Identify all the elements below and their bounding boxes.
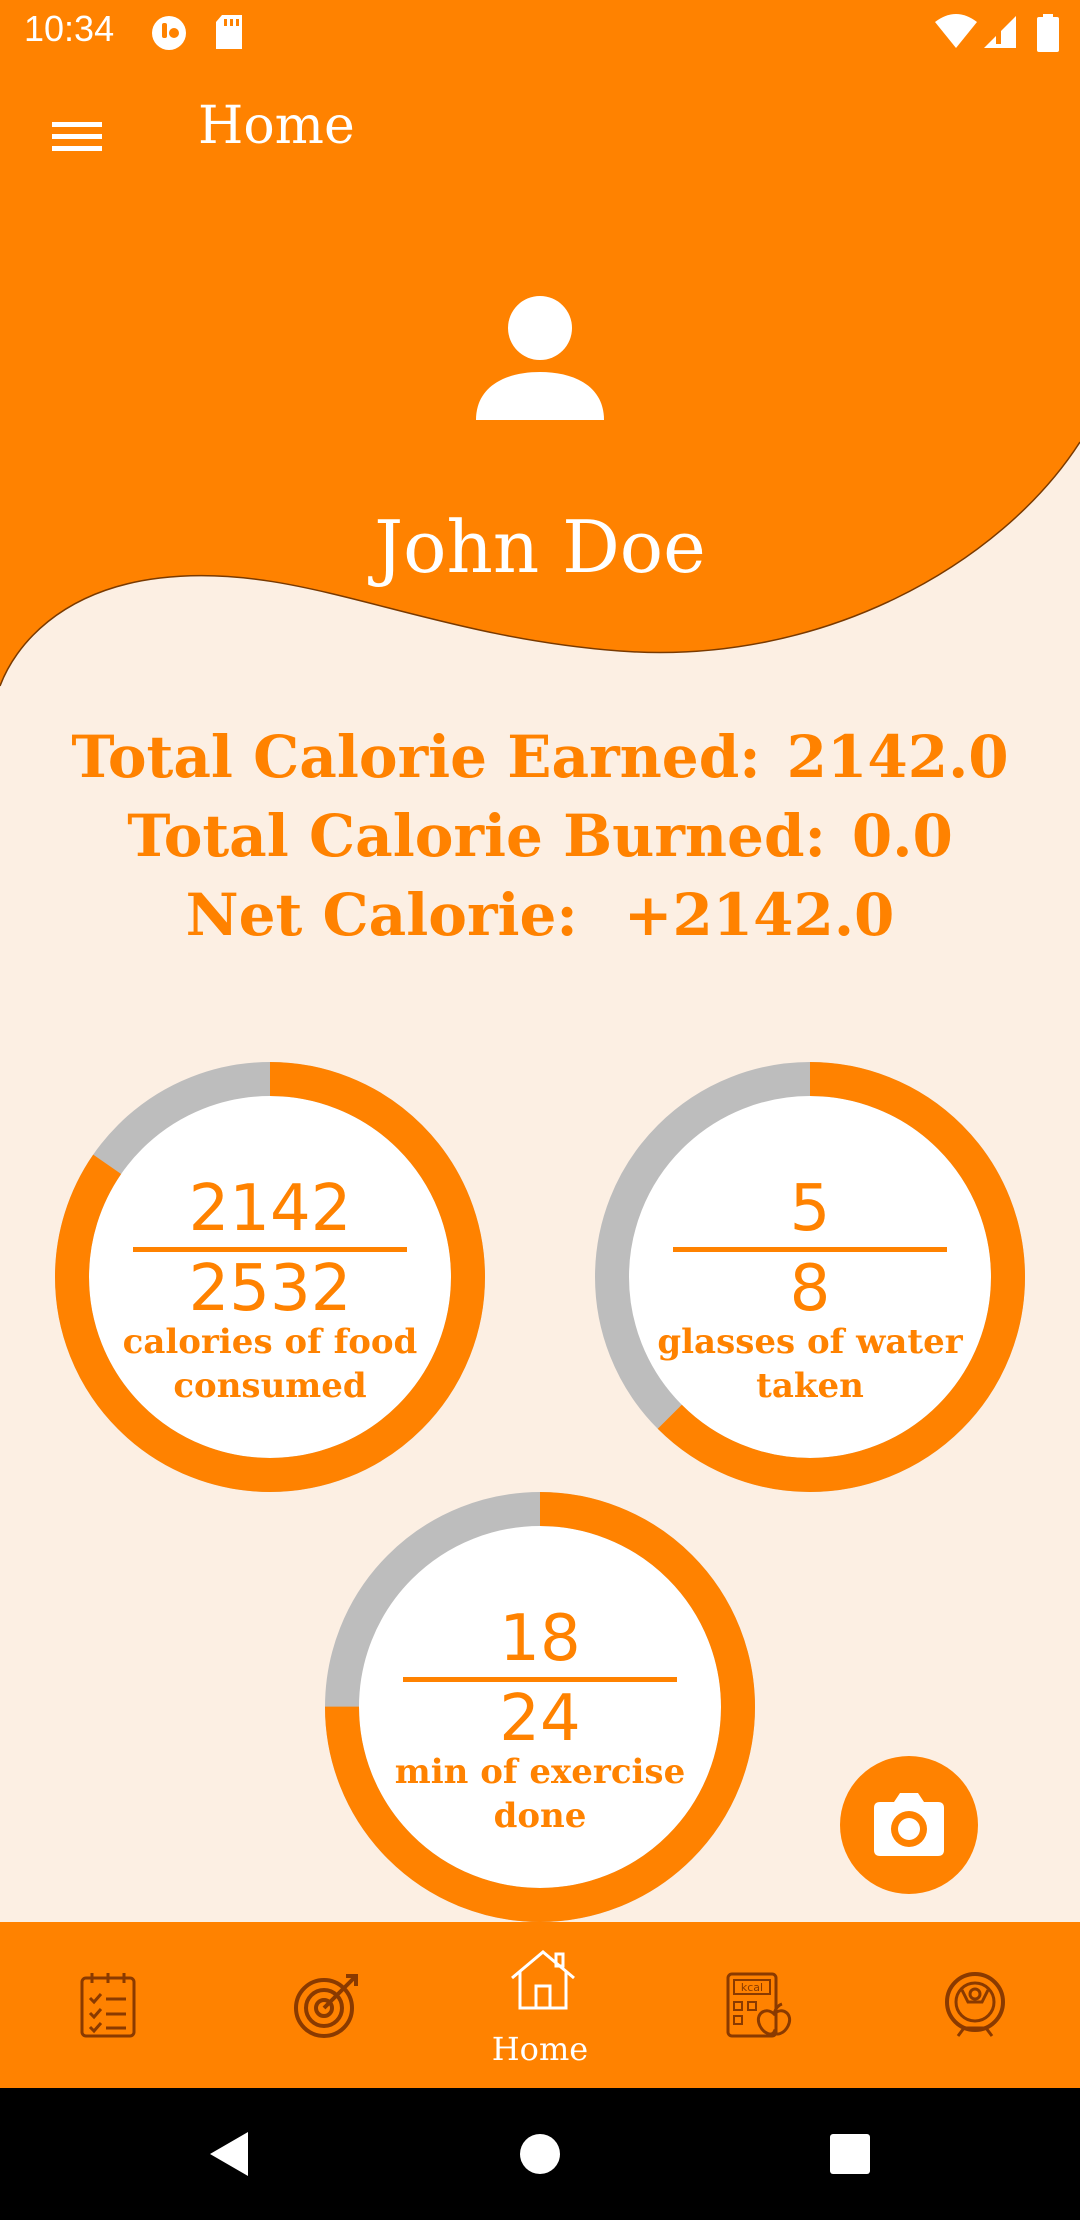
page-title: Home <box>198 96 355 156</box>
water-goal-value: 8 <box>789 1252 831 1326</box>
nav-item-calculator[interactable]: kcal <box>648 1922 864 2088</box>
net-calorie-row: Net Calorie: +2142.0 <box>0 876 1080 955</box>
status-bar: 10:34 <box>0 0 1080 64</box>
data-saver-icon <box>152 16 186 50</box>
net-calorie-value: +2142.0 <box>623 881 895 949</box>
kcal-calculator-icon: kcal <box>726 1972 791 2038</box>
total-burned-value: 0.0 <box>851 802 953 870</box>
svg-text:kcal: kcal <box>741 1981 763 1994</box>
home-icon <box>511 1950 575 2010</box>
food-goal-value: 2532 <box>188 1252 352 1326</box>
nav-item-fitness[interactable] <box>864 1922 1080 2088</box>
back-icon[interactable] <box>204 2128 254 2180</box>
fitness-icon <box>945 1972 1005 2037</box>
total-earned-value: 2142.0 <box>786 723 1009 791</box>
food-calories-ring[interactable]: 2142 2532 calories of food consumed <box>55 1062 485 1492</box>
food-ring-caption: calories of food consumed <box>122 1322 418 1406</box>
exercise-current-value: 18 <box>499 1602 581 1676</box>
status-time: 10:34 <box>24 8 115 49</box>
battery-icon <box>1037 14 1059 52</box>
exercise-goal-value: 24 <box>499 1682 581 1756</box>
net-calorie-label: Net Calorie: <box>185 881 578 949</box>
app-bar: Home <box>0 64 1080 206</box>
sd-card-icon <box>216 15 242 49</box>
target-icon <box>294 1974 358 2038</box>
recents-icon[interactable] <box>828 2128 872 2180</box>
signal-icon <box>984 16 1016 48</box>
exercise-minutes-ring[interactable]: 18 24 min of exercise done <box>325 1492 755 1922</box>
wifi-icon <box>935 14 977 48</box>
user-name: John Doe <box>374 505 706 589</box>
person-icon <box>476 296 604 420</box>
water-current-value: 5 <box>789 1172 831 1246</box>
camera-button[interactable] <box>840 1756 978 1894</box>
food-current-value: 2142 <box>188 1172 352 1246</box>
exercise-ring-caption: min of exercise done <box>394 1752 686 1836</box>
water-glasses-ring[interactable]: 5 8 glasses of water taken <box>595 1062 1025 1492</box>
total-earned-label: Total Calorie Earned: <box>71 723 761 791</box>
bottom-navigation: Home kcal <box>0 1922 1080 2088</box>
nav-item-goals[interactable] <box>216 1922 432 2088</box>
home-circle-icon[interactable] <box>518 2128 562 2180</box>
nav-item-home[interactable]: Home <box>432 1922 648 2088</box>
checklist-icon <box>80 1973 136 2038</box>
calorie-totals: Total Calorie Earned: 2142.0 Total Calori… <box>0 718 1080 955</box>
nav-item-log[interactable] <box>0 1922 216 2088</box>
total-burned-label: Total Calorie Burned: <box>127 802 826 870</box>
total-earned-row: Total Calorie Earned: 2142.0 <box>0 718 1080 797</box>
nav-label-home: Home <box>491 2030 589 2068</box>
system-navigation-bar <box>0 2088 1080 2220</box>
menu-button[interactable] <box>40 104 114 166</box>
header-wave-background <box>0 206 1080 687</box>
total-burned-row: Total Calorie Burned: 0.0 <box>0 797 1080 876</box>
camera-icon <box>874 1793 944 1856</box>
water-ring-caption: glasses of water taken <box>657 1322 963 1406</box>
hamburger-menu-icon <box>52 122 102 151</box>
